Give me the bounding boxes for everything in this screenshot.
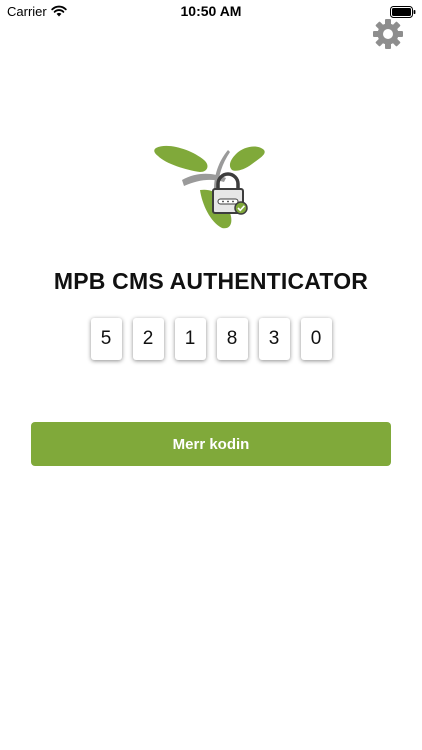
gear-icon	[373, 19, 403, 49]
code-digit-3: 1	[174, 318, 206, 360]
get-code-button[interactable]: Merr kodin	[31, 422, 391, 466]
status-bar: Carrier 10:50 AM	[0, 0, 422, 22]
code-digit-2: 2	[132, 318, 164, 360]
status-time: 10:50 AM	[180, 3, 242, 19]
code-display: 5 2 1 8 3 0	[0, 318, 422, 364]
code-digit-1: 5	[90, 318, 122, 360]
get-code-button-label: Merr kodin	[172, 435, 250, 453]
code-digit-5: 3	[258, 318, 290, 360]
code-digit-4: 8	[216, 318, 248, 360]
settings-button[interactable]	[371, 17, 405, 51]
code-digit-6: 0	[300, 318, 332, 360]
app-title: MPB CMS AUTHENTICATOR	[53, 268, 369, 294]
battery-icon	[390, 5, 416, 18]
app-logo-lock-icon	[154, 145, 265, 229]
app-logo	[152, 142, 268, 230]
